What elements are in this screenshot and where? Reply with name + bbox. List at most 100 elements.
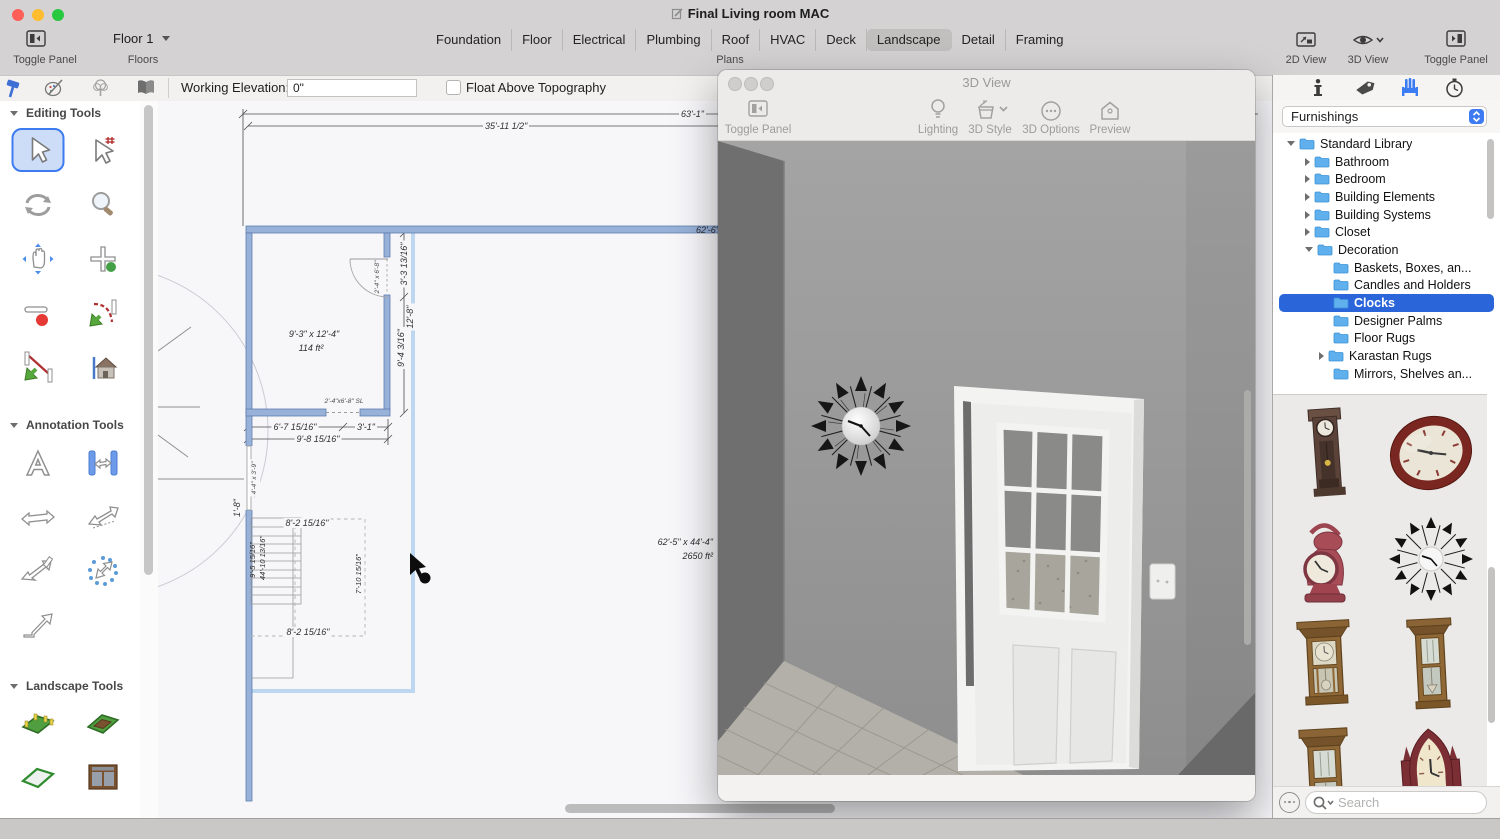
tool-add-point[interactable] [76,235,130,283]
preview-house-icon[interactable] [1099,100,1121,121]
tree-item-candles-holders[interactable]: Candles and Holders [1273,277,1500,295]
tool-terrain-perimeter[interactable] [11,698,65,746]
3d-options-icon[interactable] [1040,100,1062,122]
label-tag-icon[interactable] [1355,79,1375,97]
category-stepper-button[interactable] [1469,109,1484,124]
3d-viewport-scrollbar[interactable] [1244,390,1251,645]
tool-angular-dimension[interactable] [76,493,130,541]
tree-item-clocks-selected[interactable]: Clocks [1279,294,1494,312]
thumbnail-gothic-mantel-clock[interactable] [1381,721,1481,787]
thumbnail-craftsman-wall-clock-3[interactable] [1275,721,1375,787]
tool-text[interactable] [11,439,65,487]
toggle-panel-right-button[interactable] [1446,30,1466,53]
tool-fence-gate[interactable] [76,752,130,800]
tab-electrical[interactable]: Electrical [563,29,637,51]
tab-hvac[interactable]: HVAC [760,29,816,51]
tool-terrain-feature[interactable] [11,752,65,800]
toggle-panel-icon[interactable] [748,100,768,118]
tool-pan[interactable] [11,235,65,283]
library-category-dropdown[interactable]: Furnishings [1282,106,1487,127]
3d-style-bucket-icon[interactable] [976,99,1008,120]
build-tools-icon[interactable] [4,79,23,98]
tree-scrollbar-thumb[interactable] [1487,139,1494,219]
tool-leader-line[interactable] [11,601,65,649]
tool-reference-house[interactable] [76,343,130,391]
tab-plumbing[interactable]: Plumbing [636,29,711,51]
tool-garden-bed[interactable] [76,698,130,746]
disclosure-collapsed-icon[interactable] [1305,211,1310,219]
tree-item-bedroom[interactable]: Bedroom [1273,170,1500,188]
clock-history-icon[interactable] [1445,78,1464,98]
zoom-icon [88,190,118,220]
tree-item-closet[interactable]: Closet [1273,223,1500,241]
tab-detail[interactable]: Detail [952,29,1006,51]
tab-landscape[interactable]: Landscape [867,29,952,51]
plant-tools-icon[interactable] [91,78,110,98]
disclosure-collapsed-icon[interactable] [1305,193,1310,201]
thumbnail-craftsman-wall-clock[interactable] [1275,615,1375,715]
working-elevation-input[interactable] [287,79,417,97]
3d-viewport[interactable] [718,141,1255,775]
tool-select-similar[interactable] [76,126,130,174]
tool-delete-point[interactable] [11,289,65,337]
tool-rotate[interactable] [11,181,65,229]
info-icon[interactable] [1313,79,1323,96]
float-above-topography-checkbox[interactable] [446,80,461,95]
tree-item-building-systems[interactable]: Building Systems [1273,206,1500,224]
section-disclosure-icon[interactable] [10,684,18,689]
floor-dropdown[interactable]: Floor 1 [113,31,170,46]
tree-item-baskets-boxes[interactable]: Baskets, Boxes, an... [1273,259,1500,277]
tab-floor[interactable]: Floor [512,29,563,51]
plan-horizontal-scrollbar[interactable] [565,804,835,813]
tab-deck[interactable]: Deck [816,29,867,51]
tool-select-arrow[interactable] [12,128,65,172]
folder-icon [1299,138,1315,150]
thumbnail-craftsman-wall-clock-2[interactable] [1381,615,1481,715]
tool-point-to-point-dimension[interactable] [11,547,65,595]
tool-interior-dimension[interactable] [76,439,130,487]
tool-curve-stake[interactable] [76,289,130,337]
sidebar-scrollbar-track[interactable] [140,101,159,818]
more-options-button[interactable] [1279,792,1300,813]
disclosure-collapsed-icon[interactable] [1305,228,1310,236]
3d-window-titlebar[interactable]: 3D View [718,70,1255,96]
thumbnails-scrollbar-thumb[interactable] [1488,567,1495,723]
3d-view-window[interactable]: 3D View Toggle Panel Lighting 3D Style 3… [718,70,1255,801]
thumbnail-lantern-clock[interactable] [1275,509,1375,609]
tool-line-stake[interactable] [11,343,65,391]
tree-item-mirrors-shelves[interactable]: Mirrors, Shelves an... [1273,365,1500,383]
line-stake-icon [21,350,55,384]
design-tools-icon[interactable] [44,78,64,98]
tree-item-bathroom[interactable]: Bathroom [1273,153,1500,171]
tab-roof[interactable]: Roof [712,29,760,51]
sidebar-scrollbar-thumb[interactable] [144,105,153,575]
tool-dimension-to-points[interactable] [76,547,130,595]
tree-item-karastan-rugs[interactable]: Karastan Rugs [1273,347,1500,365]
tab-foundation[interactable]: Foundation [426,29,512,51]
section-disclosure-icon[interactable] [10,111,18,116]
thumbnail-starburst-wall-clock[interactable] [1381,509,1481,609]
disclosure-expanded-icon[interactable] [1287,141,1295,146]
tree-item-floor-rugs[interactable]: Floor Rugs [1273,330,1500,348]
tree-item-designer-palms[interactable]: Designer Palms [1273,312,1500,330]
thumbnail-round-wall-clock[interactable] [1381,403,1481,503]
tool-end-to-end-dimension[interactable] [11,493,65,541]
disclosure-collapsed-icon[interactable] [1305,158,1310,166]
tree-item-decoration[interactable]: Decoration [1273,241,1500,259]
library-book-icon[interactable] [136,78,156,98]
tree-item-building-elements[interactable]: Building Elements [1273,188,1500,206]
disclosure-collapsed-icon[interactable] [1319,352,1324,360]
2d-view-button[interactable] [1295,31,1317,54]
lighting-icon[interactable] [929,98,947,121]
toggle-panel-left-button[interactable] [26,30,46,53]
disclosure-expanded-icon[interactable] [1305,247,1313,252]
tool-zoom[interactable] [76,181,130,229]
disclosure-collapsed-icon[interactable] [1305,175,1310,183]
3d-view-button[interactable] [1352,32,1384,53]
furniture-chair-icon[interactable] [1400,78,1420,97]
thumbnail-grandfather-clock[interactable] [1275,403,1375,503]
tree-item-standard-library[interactable]: Standard Library [1273,135,1500,153]
section-disclosure-icon[interactable] [10,423,18,428]
tab-framing[interactable]: Framing [1006,29,1074,51]
dim-label: 63'-1" [679,109,706,119]
